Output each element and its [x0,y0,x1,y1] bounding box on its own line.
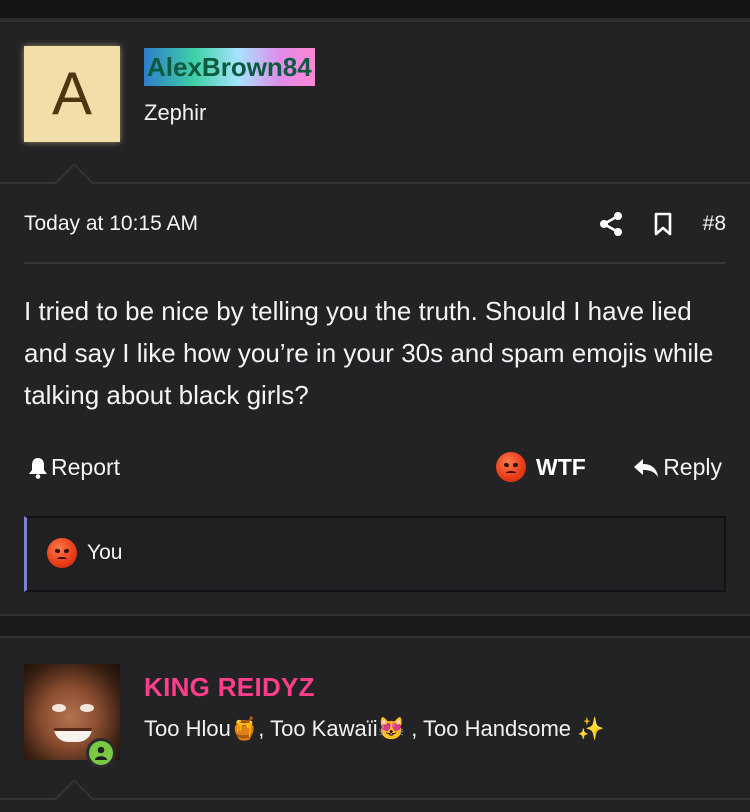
share-icon[interactable] [599,211,623,237]
user-title: Zephir [144,100,207,125]
bookmark-icon[interactable] [653,212,673,236]
honey-pot-icon: 🍯 [230,716,259,741]
username-link-2[interactable]: KING REIDYZ [144,672,315,703]
top-strip [0,0,750,20]
post-number-link[interactable]: #8 [703,212,726,236]
user-title-2: Too Hlou🍯, Too Kawaïi😻 , Too Handsome ✨ [144,716,605,742]
angry-face-icon [47,538,77,568]
report-button[interactable]: Report [28,454,120,481]
reactions-bar[interactable]: You [24,516,726,592]
post-user-header-2: KING REIDYZ Too Hlou🍯, Too Kawaïi😻 , Too… [0,638,750,798]
heart-eyes-cat-icon: 😻 [377,716,406,741]
reply-button[interactable]: Reply [633,454,722,481]
username-link[interactable]: AlexBrown84 [144,48,315,86]
post-message-2: KING REIDYZ Too Hlou🍯, Too Kawaïi😻 , Too… [0,636,750,812]
online-status-icon [86,738,116,768]
reaction-label: WTF [536,453,586,480]
meta-divider [24,262,726,264]
post-meta-actions: #8 [599,208,726,240]
bell-icon [29,457,47,479]
report-label: Report [51,454,121,480]
user-title-text-1: Too Hlou [144,716,231,741]
post-timestamp[interactable]: Today at 10:15 AM [24,212,198,236]
header-notch [54,163,94,184]
reply-icon [634,458,659,477]
user-title-text-2: , Too Kawaïi [258,716,378,741]
header-divider-2 [0,798,750,800]
post-message: A AlexBrown84 Zephir Today at 10:15 AM #… [0,20,750,616]
header-divider [0,182,750,184]
sparkles-icon: ✨ [577,716,605,741]
post-footer: Report WTF Reply [24,450,726,486]
avatar[interactable]: A [24,46,120,142]
reacted-by-text[interactable]: You [87,541,122,565]
user-title-text-3: , Too Handsome [405,716,578,741]
reaction-button[interactable]: WTF [496,452,586,482]
header-notch-2 [54,779,94,800]
reply-label: Reply [663,454,722,480]
post-user-header: A AlexBrown84 Zephir [0,22,750,182]
angry-face-icon [496,452,526,482]
post-body: I tried to be nice by telling you the tr… [24,296,714,410]
avatar-letter: A [51,60,93,127]
